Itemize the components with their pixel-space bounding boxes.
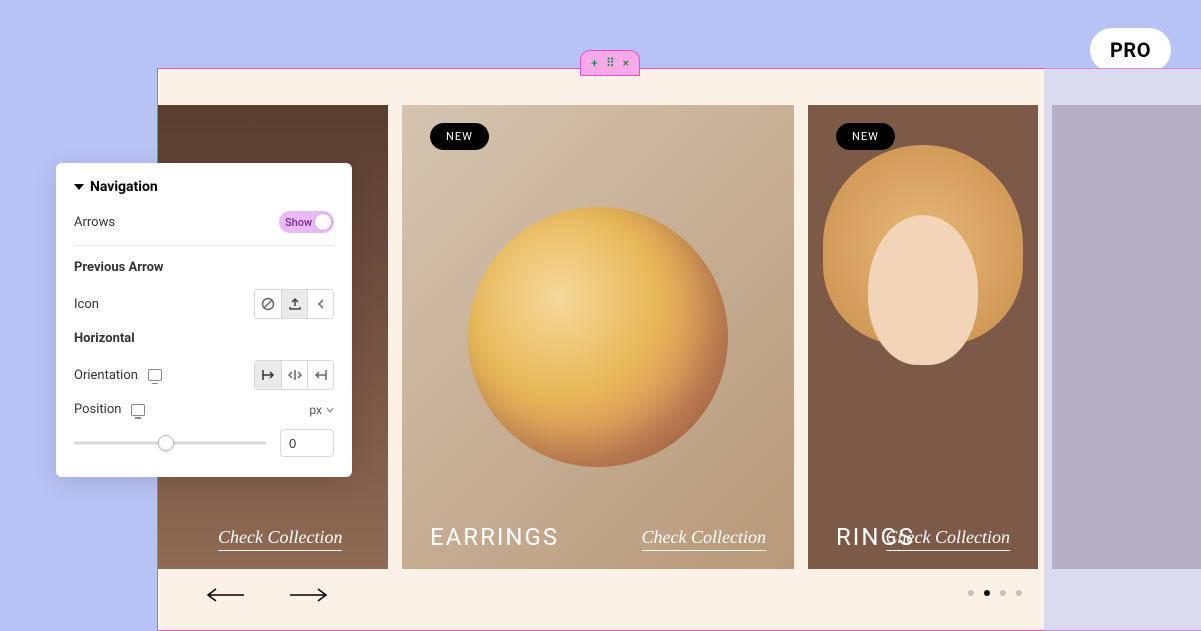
align-center-button[interactable]	[281, 361, 307, 389]
position-slider[interactable]	[74, 433, 266, 453]
carousel-dots	[968, 590, 1022, 596]
carousel-dot[interactable]	[984, 590, 990, 596]
align-end-button[interactable]	[307, 361, 333, 389]
slide-title: EARRINGS	[430, 523, 559, 551]
next-arrow-icon[interactable]	[288, 588, 328, 602]
previous-arrow-heading: Previous Arrow	[74, 260, 334, 275]
slide-image-placeholder	[402, 105, 794, 569]
align-center-icon	[288, 369, 302, 381]
divider	[74, 245, 334, 246]
desktop-icon[interactable]	[131, 404, 145, 416]
upload-icon	[288, 297, 302, 311]
align-start-button[interactable]	[255, 361, 281, 389]
panel-header[interactable]: Navigation	[74, 179, 334, 195]
horizontal-heading: Horizontal	[74, 331, 334, 346]
close-icon[interactable]: ×	[623, 56, 629, 70]
position-input[interactable]	[280, 429, 334, 457]
editor-widget-handle[interactable]: + ⠿ ×	[580, 50, 640, 76]
chevron-left-icon	[316, 298, 326, 310]
caret-down-icon	[74, 182, 84, 192]
navigation-settings-panel: Navigation Arrows Show Previous Arrow Ic…	[56, 163, 352, 477]
add-icon[interactable]: +	[591, 56, 598, 70]
toggle-knob	[314, 213, 332, 231]
icon-label: Icon	[74, 297, 99, 312]
check-collection-link[interactable]: Check Collection	[218, 527, 342, 551]
align-end-icon	[314, 369, 328, 381]
new-badge: NEW	[430, 123, 489, 150]
chevron-down-icon	[326, 407, 334, 413]
check-collection-link[interactable]: Check Collection	[886, 527, 1010, 551]
panel-title: Navigation	[90, 179, 158, 195]
icon-chevron-button[interactable]	[307, 290, 333, 318]
ban-icon	[261, 297, 275, 311]
orientation-label: Orientation	[74, 368, 138, 383]
canvas-edge-overlay	[1044, 68, 1201, 631]
slide-item[interactable]: NEW RINGS Check Collection	[808, 105, 1038, 569]
drag-grip-icon[interactable]: ⠿	[606, 56, 615, 70]
new-badge: NEW	[836, 123, 895, 150]
arrows-label: Arrows	[74, 215, 115, 230]
icon-library-button[interactable]	[281, 290, 307, 318]
prev-arrow-icon[interactable]	[206, 588, 246, 602]
carousel-dot[interactable]	[1016, 590, 1022, 596]
align-start-icon	[261, 369, 275, 381]
desktop-icon[interactable]	[148, 369, 162, 381]
position-label: Position	[74, 402, 121, 417]
slider-thumb[interactable]	[158, 435, 174, 451]
check-collection-link[interactable]: Check Collection	[642, 527, 766, 551]
carousel-dot[interactable]	[968, 590, 974, 596]
arrows-toggle[interactable]: Show	[279, 211, 334, 233]
toggle-text: Show	[285, 216, 312, 229]
position-unit-select[interactable]: px	[309, 403, 334, 417]
pro-badge: PRO	[1090, 28, 1171, 72]
icon-none-button[interactable]	[255, 290, 281, 318]
icon-button-group	[254, 289, 334, 319]
carousel-dot[interactable]	[1000, 590, 1006, 596]
carousel-nav-arrows	[206, 588, 328, 602]
slide-item[interactable]: NEW EARRINGS Check Collection	[402, 105, 794, 569]
slide-image-placeholder	[808, 105, 1038, 569]
orientation-button-group	[254, 360, 334, 390]
